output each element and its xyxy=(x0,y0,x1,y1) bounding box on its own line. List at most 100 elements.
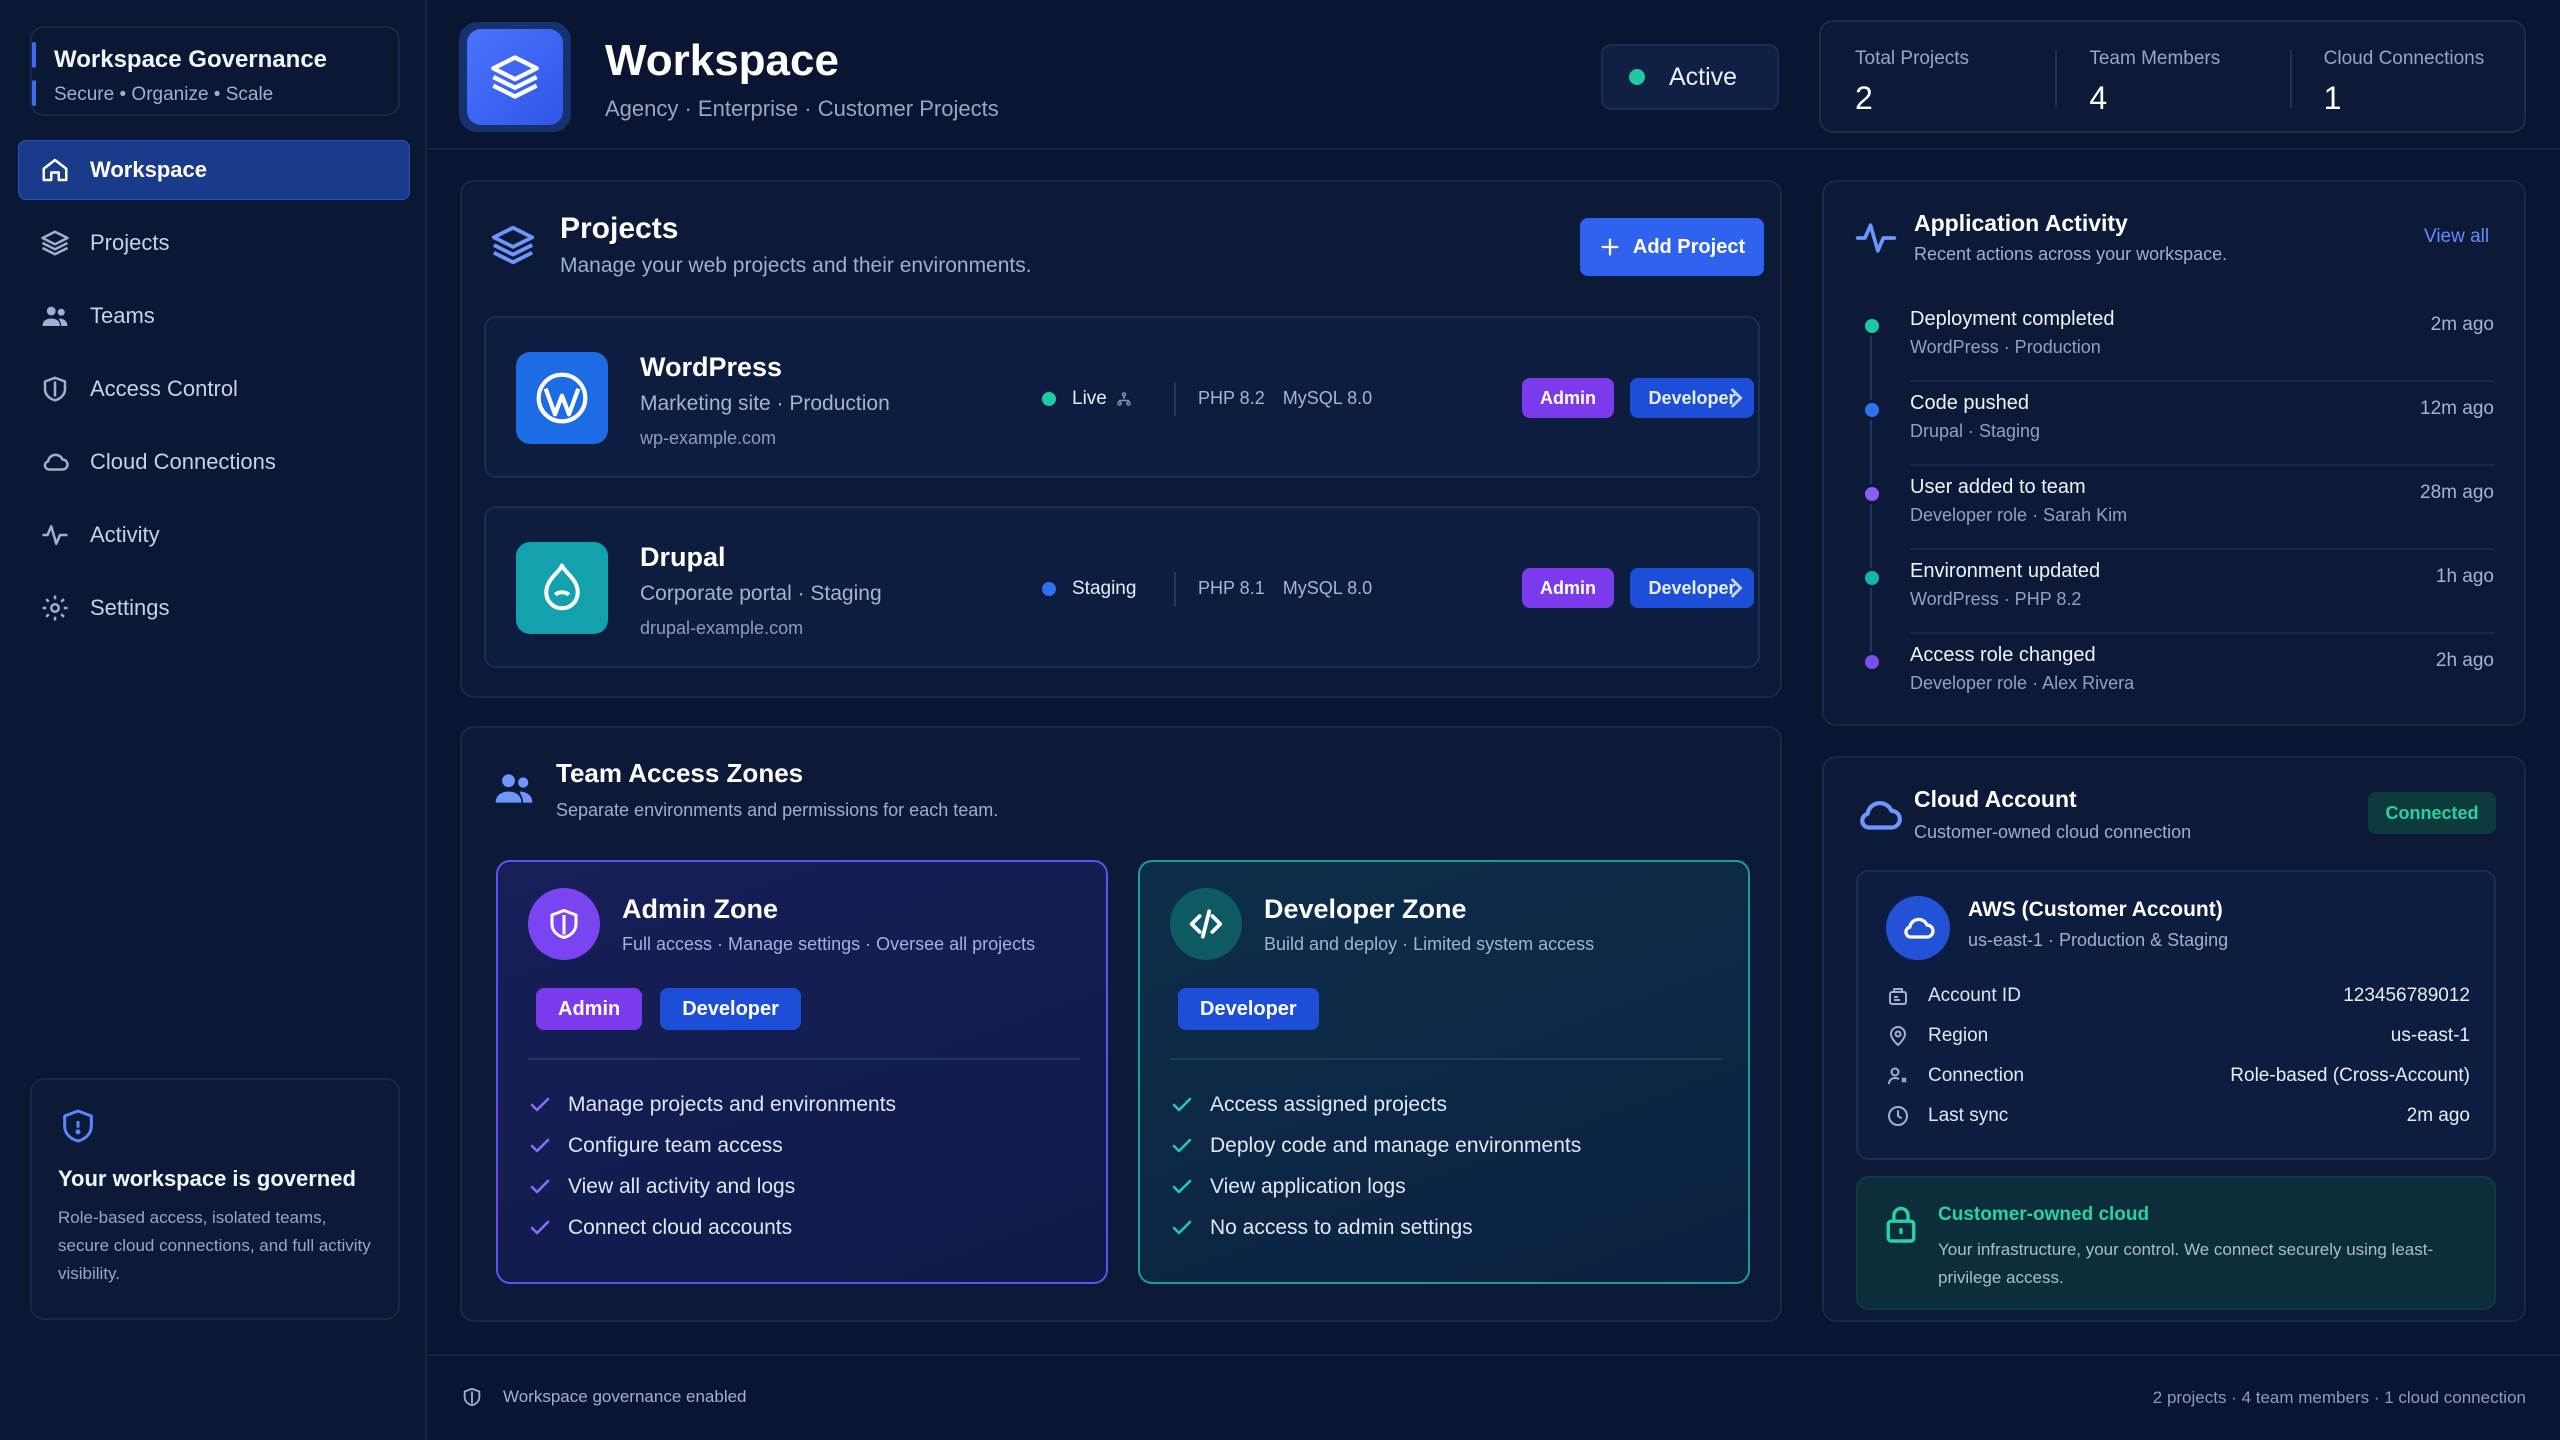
chevron-right-icon[interactable] xyxy=(1722,574,1750,602)
activity-item[interactable]: Access role changed Developer role · Ale… xyxy=(1824,640,2528,724)
admin-badge: Admin xyxy=(1522,568,1614,608)
projects-subtitle: Manage your web projects and their envir… xyxy=(560,254,1032,277)
activity-item[interactable]: Deployment completed WordPress · Product… xyxy=(1824,304,2528,388)
db-version: MySQL 8.0 xyxy=(1282,578,1373,598)
connection-icon xyxy=(1888,1067,1907,1085)
activity-item[interactable]: Code pushed Drupal · Staging 12m ago xyxy=(1824,388,2528,472)
location-icon xyxy=(1890,1026,1906,1046)
zones-subtitle: Separate environments and permissions fo… xyxy=(556,800,999,820)
permission-item: Manage projects and environments xyxy=(528,1084,896,1125)
activity-title-text: User added to team xyxy=(1910,476,2086,498)
aws-account-card[interactable]: AWS (Customer Account) us-east-1 · Produ… xyxy=(1856,870,2496,1160)
shield-icon xyxy=(43,376,67,402)
row-value: 123456789012 xyxy=(2343,985,2470,1006)
projects-panel: Projects Manage your web projects and th… xyxy=(460,180,1782,698)
stat-team-members: Team Members 4 xyxy=(2055,22,2289,131)
check-icon xyxy=(530,1138,550,1152)
sidebar-item-teams[interactable]: Teams xyxy=(18,286,410,346)
stat-total-projects: Total Projects 2 xyxy=(1821,22,2055,131)
notice-title: Customer-owned cloud xyxy=(1938,1204,2150,1225)
stat-cloud-connections: Cloud Connections 1 xyxy=(2289,22,2524,131)
users-icon xyxy=(42,306,68,326)
project-status: Staging xyxy=(1042,574,1136,604)
shield-icon xyxy=(63,1109,93,1143)
connection-row: Connection Role-based (Cross-Account) xyxy=(1886,1056,2470,1096)
add-project-button[interactable]: Add Project xyxy=(1580,218,1764,276)
divider xyxy=(1170,1058,1722,1060)
developer-zone-card[interactable]: Developer Zone Build and deploy · Limite… xyxy=(1138,860,1750,1284)
network-icon xyxy=(1117,392,1131,406)
stat-value: 4 xyxy=(2089,80,2108,116)
sidebar-item-label: Teams xyxy=(90,303,155,328)
activity-item[interactable]: Environment updated WordPress · PHP 8.2 … xyxy=(1824,556,2528,640)
code-icon xyxy=(1170,888,1242,960)
chevron-right-icon[interactable] xyxy=(1722,384,1750,412)
project-card-drupal[interactable]: Drupal Corporate portal · Staging drupal… xyxy=(484,506,1760,668)
row-label: Region xyxy=(1928,1025,1989,1046)
activity-item[interactable]: User added to team Developer role · Sara… xyxy=(1824,472,2528,556)
db-version: MySQL 8.0 xyxy=(1282,388,1373,408)
projects-title: Projects xyxy=(560,212,679,245)
row-value: 2m ago xyxy=(2406,1105,2470,1126)
zone-title: Developer Zone xyxy=(1264,894,1467,924)
add-project-label: Add Project xyxy=(1632,235,1746,258)
view-all-link[interactable]: View all xyxy=(2424,226,2489,248)
footer-summary: 2 projects · 4 team members · 1 cloud co… xyxy=(2152,1388,2526,1407)
admin-zone-card[interactable]: Admin Zone Full access · Manage settings… xyxy=(496,860,1108,1284)
plus-icon xyxy=(1601,238,1619,256)
status-badge[interactable]: Active xyxy=(1601,44,1779,110)
project-url[interactable]: wp-example.com xyxy=(640,428,776,449)
sidebar-item-projects[interactable]: Projects xyxy=(18,213,410,273)
divider xyxy=(1910,548,2494,550)
permission-label: View all activity and logs xyxy=(568,1174,796,1198)
footer-left-text: Workspace governance enabled xyxy=(503,1387,747,1406)
sidebar-item-access-control[interactable]: Access Control xyxy=(18,359,410,419)
php-version: PHP 8.2 xyxy=(1198,388,1265,408)
sidebar-item-activity[interactable]: Activity xyxy=(18,505,410,565)
activity-title-text: Environment updated xyxy=(1910,560,2101,582)
sidebar-item-workspace[interactable]: Workspace xyxy=(18,140,410,200)
governance-card: Your workspace is governed Role-based ac… xyxy=(30,1078,400,1320)
permission-label: View application logs xyxy=(1210,1174,1406,1198)
brand-subtitle: Secure • Organize • Scale xyxy=(54,84,274,105)
activity-subtitle-text: WordPress · Production xyxy=(1910,337,2101,357)
zone-badges: Admin Developer xyxy=(536,988,801,1030)
page-header: Workspace Agency · Enterprise · Customer… xyxy=(427,0,2560,150)
permission-list: Access assigned projects Deploy code and… xyxy=(1170,1084,1581,1248)
permission-item: Configure team access xyxy=(528,1125,896,1166)
permission-item: View all activity and logs xyxy=(528,1166,896,1207)
sidebar-item-label: Access Control xyxy=(90,376,238,401)
check-icon xyxy=(530,1097,550,1111)
stat-label: Cloud Connections xyxy=(2323,48,2485,69)
activity-time: 2h ago xyxy=(2435,650,2494,671)
admin-badge: Admin xyxy=(536,988,643,1030)
row-label: Account ID xyxy=(1928,985,2021,1006)
zone-badges: Developer xyxy=(1178,988,1319,1030)
sidebar-item-settings[interactable]: Settings xyxy=(18,578,410,638)
permission-label: Configure team access xyxy=(568,1133,783,1157)
aws-account-title: AWS (Customer Account) xyxy=(1968,898,2223,921)
layers-icon xyxy=(41,230,69,256)
status-dot xyxy=(1042,392,1056,406)
region-row: Region us-east-1 xyxy=(1886,1016,2470,1056)
developer-badge: Developer xyxy=(660,988,801,1030)
activity-subtitle: Recent actions across your workspace. xyxy=(1914,244,2228,264)
activity-time: 28m ago xyxy=(2420,482,2494,503)
cloud-account-panel: Cloud Account Customer-owned cloud conne… xyxy=(1822,756,2526,1322)
stats-card: Total Projects 2 Team Members 4 Cloud Co… xyxy=(1819,20,2526,133)
wordpress-logo-icon xyxy=(516,352,608,444)
project-url[interactable]: drupal-example.com xyxy=(640,618,803,639)
cloud-icon xyxy=(1860,801,1902,830)
activity-dot xyxy=(1862,484,1882,504)
project-name: WordPress xyxy=(640,352,783,382)
row-value: us-east-1 xyxy=(2390,1025,2470,1046)
project-name: Drupal xyxy=(640,542,726,572)
pulse-icon xyxy=(42,525,68,545)
divider xyxy=(1910,380,2494,382)
project-card-wordpress[interactable]: WordPress Marketing site · Production wp… xyxy=(484,316,1760,478)
sidebar-item-cloud-connections[interactable]: Cloud Connections xyxy=(18,432,410,492)
zone-subtitle: Full access · Manage settings · Oversee … xyxy=(622,934,1036,954)
activity-subtitle-text: Developer role · Alex Rivera xyxy=(1910,673,2135,693)
activity-title-text: Deployment completed xyxy=(1910,308,2115,330)
check-icon xyxy=(1172,1138,1192,1152)
